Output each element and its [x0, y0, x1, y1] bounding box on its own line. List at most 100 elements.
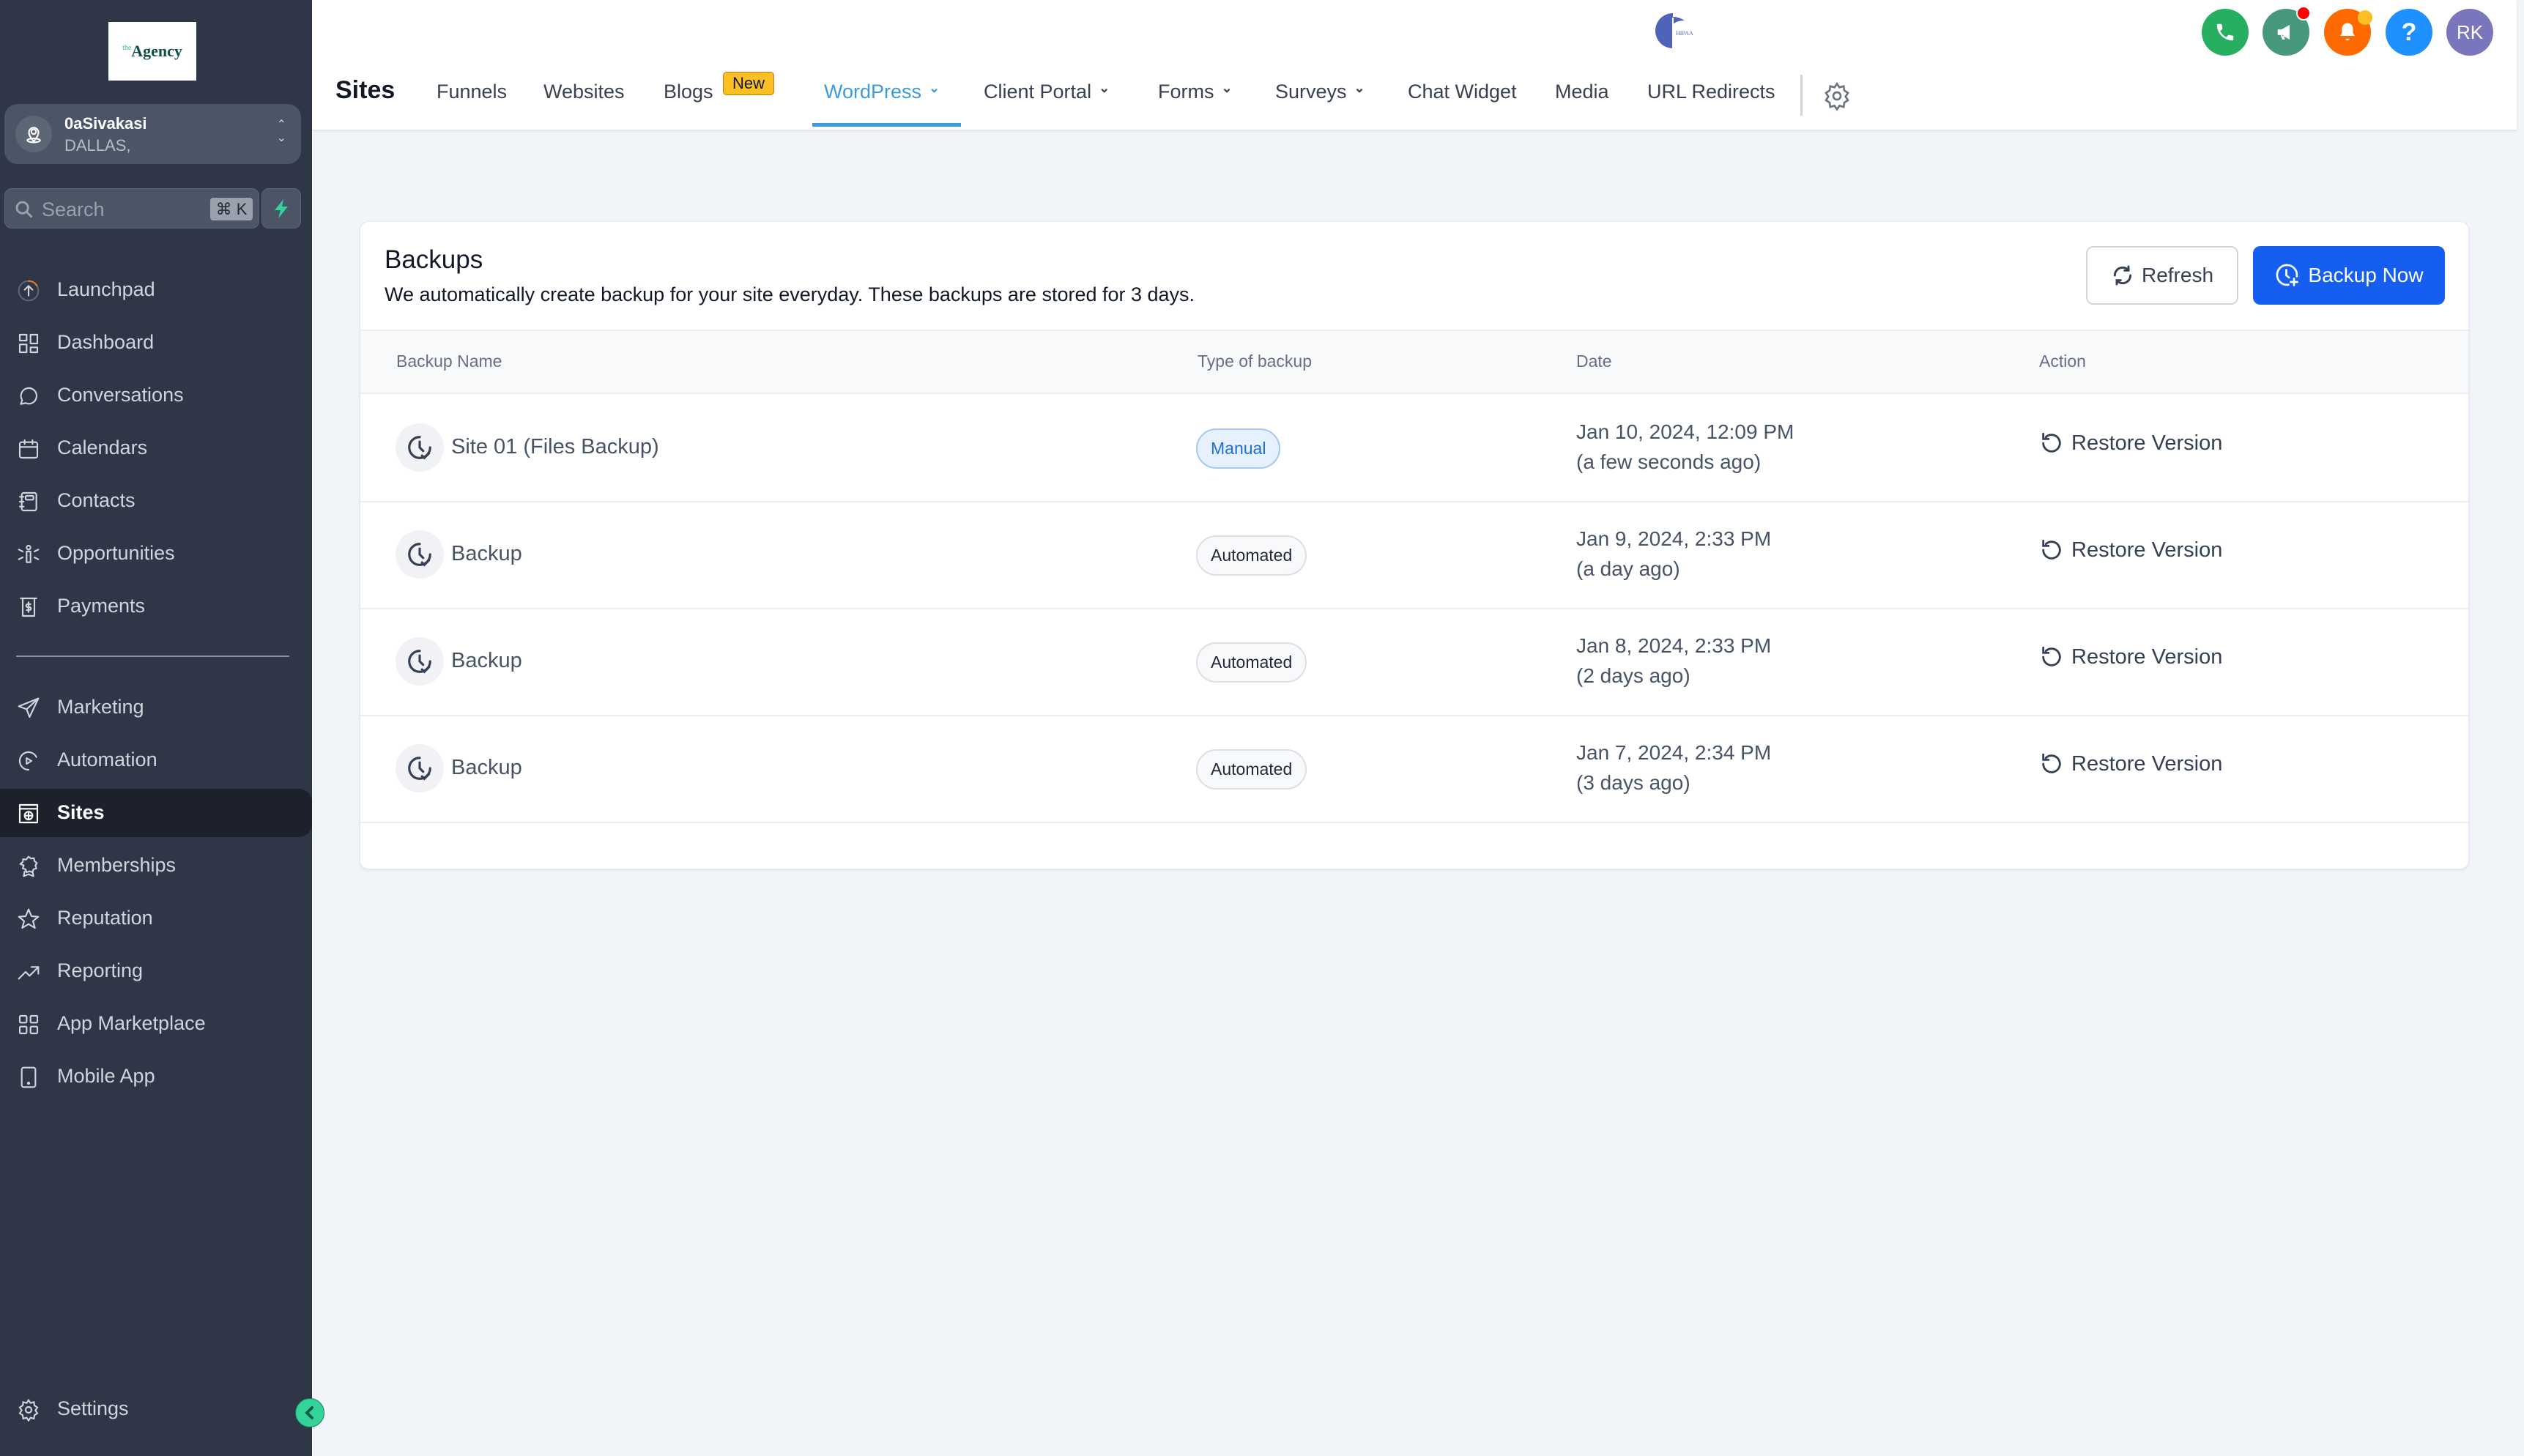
restore-version-button[interactable]: Restore Version: [2039, 645, 2222, 669]
sidebar-item-launchpad[interactable]: Launchpad: [0, 266, 312, 314]
award-badge-icon: [19, 855, 38, 877]
refresh-button[interactable]: Refresh: [2086, 246, 2238, 305]
sidebar-item-contacts[interactable]: Contacts: [0, 477, 312, 525]
column-header-date: Date: [1576, 352, 1612, 371]
backup-name: Site 01 (Files Backup): [451, 435, 659, 458]
quick-actions-button[interactable]: [261, 188, 301, 229]
sidebar-item-payments[interactable]: Payments: [0, 582, 312, 631]
site-settings-gear-icon[interactable]: [1822, 81, 1852, 111]
tab-label: Funnels: [437, 81, 508, 103]
automation-play-icon: [18, 751, 37, 771]
backup-date: Jan 8, 2024, 2:33 PM: [1576, 634, 1772, 657]
calendar-icon: [18, 439, 39, 459]
help-button[interactable]: ?: [2386, 9, 2432, 56]
backup-name: Backup: [451, 756, 522, 779]
paper-plane-icon: [18, 697, 40, 718]
location-name: 0aSivakasi: [64, 114, 147, 133]
backup-type-badge: Automated: [1196, 642, 1307, 683]
logo-main-text: Agency: [131, 42, 182, 60]
collapse-sidebar-button[interactable]: [295, 1398, 324, 1427]
search-icon: [15, 201, 33, 218]
announcements-button[interactable]: [2263, 6, 2311, 56]
user-avatar[interactable]: RK: [2446, 9, 2493, 56]
top-navigation-bar: HIPAA Sites Funnels Websites Blogs New WordP…: [312, 0, 2517, 130]
backup-relative-time: (3 days ago): [1576, 771, 1690, 794]
tab-forms[interactable]: Forms ⌄: [1158, 81, 1233, 103]
column-header-action: Action: [2039, 352, 2086, 371]
tab-chat-widget[interactable]: Chat Widget: [1408, 81, 1517, 103]
backup-history-icon: [396, 530, 444, 579]
location-subtitle: DALLAS,: [64, 136, 131, 155]
sidebar-item-marketing[interactable]: Marketing: [0, 683, 312, 732]
sidebar-item-label: Settings: [57, 1397, 129, 1419]
sidebar-item-opportunities[interactable]: Opportunities: [0, 530, 312, 578]
sidebar-item-label: Automation: [57, 749, 157, 770]
phone-button[interactable]: [2202, 9, 2249, 56]
tab-label: Websites: [543, 81, 625, 103]
backup-type-badge: Automated: [1196, 535, 1307, 576]
tabs-separator: [1800, 75, 1803, 116]
location-switcher[interactable]: 0aSivakasi DALLAS, ⌃ ⌄: [4, 104, 301, 164]
refresh-label: Refresh: [2141, 264, 2214, 286]
sidebar-item-reputation[interactable]: Reputation: [0, 894, 312, 943]
backup-now-button[interactable]: Backup Now: [2253, 246, 2445, 305]
sidebar-item-reporting[interactable]: Reporting: [0, 947, 312, 995]
tab-label: URL Redirects: [1647, 81, 1775, 103]
backup-date: Jan 10, 2024, 12:09 PM: [1576, 420, 1794, 443]
sidebar-item-settings[interactable]: Settings: [0, 1385, 312, 1433]
tab-blogs[interactable]: Blogs: [664, 81, 713, 103]
sidebar-item-label: Contacts: [57, 489, 136, 511]
tab-label: Blogs: [664, 81, 713, 103]
sidebar-item-label: App Marketplace: [57, 1012, 206, 1034]
tab-websites[interactable]: Websites: [543, 81, 625, 103]
sidebar-item-mobile-app[interactable]: Mobile App: [0, 1052, 312, 1101]
search-input[interactable]: Search ⌘ K: [4, 188, 259, 229]
location-pin-icon: [15, 116, 52, 152]
mobile-phone-icon: [21, 1066, 37, 1088]
search-placeholder: Search: [42, 198, 105, 220]
sidebar-item-label: Opportunities: [57, 542, 175, 564]
restore-version-label: Restore Version: [2071, 645, 2223, 669]
sidebar-item-app-marketplace[interactable]: App Marketplace: [0, 1000, 312, 1048]
backup-history-icon: [396, 744, 444, 792]
backups-card: Backups We automatically create backup f…: [360, 221, 2469, 869]
sidebar: the Agency 0aSivakasi DALLAS, ⌃ ⌄ Search …: [0, 0, 324, 1456]
hipaa-logo: HIPAA: [1655, 13, 1693, 48]
chevron-down-icon: ⌄: [929, 81, 940, 95]
backup-type-badge: Automated: [1196, 749, 1307, 790]
sidebar-item-calendars[interactable]: Calendars: [0, 424, 312, 472]
sidebar-item-label: Mobile App: [57, 1065, 155, 1087]
gear-icon: [18, 1398, 39, 1422]
tab-label: Media: [1555, 81, 1609, 103]
tab-wordpress[interactable]: WordPress ⌄: [824, 81, 940, 103]
notifications-button[interactable]: [2324, 9, 2372, 56]
backup-name: Backup: [451, 649, 522, 672]
tab-client-portal[interactable]: Client Portal ⌄: [984, 81, 1110, 103]
tab-surveys[interactable]: Surveys ⌄: [1275, 81, 1365, 103]
restore-version-button[interactable]: Restore Version: [2039, 538, 2222, 562]
sidebar-item-conversations[interactable]: Conversations: [0, 371, 312, 420]
sidebar-item-automation[interactable]: Automation: [0, 736, 312, 784]
sidebar-divider: [16, 655, 289, 657]
tab-url-redirects[interactable]: URL Redirects: [1647, 81, 1775, 103]
logo-small-text: the: [122, 43, 132, 52]
restore-version-label: Restore Version: [2071, 431, 2223, 455]
sidebar-item-dashboard[interactable]: Dashboard: [0, 319, 312, 367]
lightning-bolt-icon: [275, 198, 288, 218]
tab-funnels[interactable]: Funnels: [437, 81, 507, 103]
backup-relative-time: (a few seconds ago): [1576, 450, 1762, 473]
restore-version-button[interactable]: Restore Version: [2039, 431, 2222, 456]
apps-grid-icon: [18, 1014, 39, 1035]
tab-media[interactable]: Media: [1555, 81, 1609, 103]
agency-logo[interactable]: the Agency: [108, 22, 196, 81]
sites-globe-icon: [18, 803, 39, 824]
sidebar-item-memberships[interactable]: Memberships: [0, 842, 312, 890]
table-row: Backup Automated Jan 8, 2024, 2:33 PM (2 da…: [360, 609, 2468, 716]
restore-icon: [2042, 539, 2061, 560]
sidebar-item-sites[interactable]: Sites: [0, 789, 312, 837]
chevron-down-icon: ⌄: [1099, 81, 1110, 95]
launchpad-icon: [18, 280, 40, 302]
backup-date: Jan 9, 2024, 2:33 PM: [1576, 527, 1772, 550]
restore-version-button[interactable]: Restore Version: [2039, 751, 2222, 776]
trend-up-icon: [18, 966, 40, 980]
